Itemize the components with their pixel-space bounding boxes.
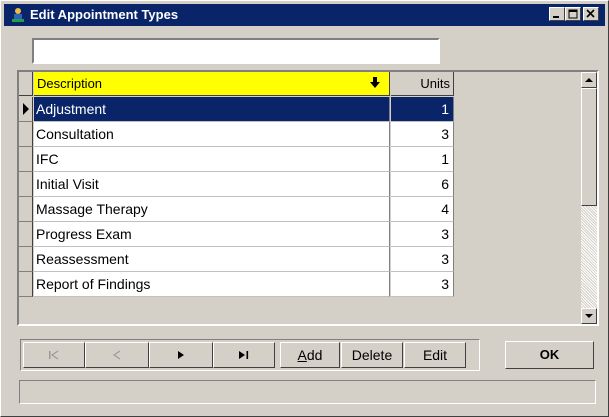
maximize-button[interactable] [565,7,581,21]
edit-button[interactable]: Edit [404,342,466,368]
scroll-up-button[interactable] [581,72,597,88]
title-bar[interactable]: Edit Appointment Types [4,4,605,26]
row-indicator [19,272,33,297]
maximize-icon [568,9,578,19]
cell-description[interactable]: IFC [34,147,390,172]
table-row[interactable]: Initial Visit 6 [19,172,454,197]
table-row[interactable]: Report of Findings 3 [19,272,454,297]
sort-descending-icon [370,77,380,88]
ok-button[interactable]: OK [505,341,594,369]
close-button[interactable] [583,7,599,21]
row-indicator [19,222,33,247]
first-record-button[interactable] [23,342,85,368]
close-icon [586,9,595,18]
next-record-button[interactable] [149,342,213,368]
vertical-scrollbar[interactable] [581,72,597,324]
column-header-description-label: Description [37,76,103,91]
row-indicator [19,147,33,172]
record-navigator: Add Delete Edit [20,339,480,371]
row-indicator [19,247,33,272]
minimize-button[interactable] [549,7,565,21]
first-record-icon [49,350,59,360]
prior-record-icon [112,350,121,360]
table-row[interactable]: Reassessment 3 [19,247,454,272]
cell-units[interactable]: 4 [391,197,454,222]
add-button-label: dd [306,347,323,363]
row-indicator [19,122,33,147]
cell-units[interactable]: 3 [391,122,454,147]
appointment-types-grid: Description Units Adjustment 1 Consultat… [17,70,599,326]
table-row[interactable]: Adjustment 1 [19,97,454,122]
cell-description[interactable]: Progress Exam [34,222,390,247]
ok-button-label: OK [539,347,560,362]
row-indicator [19,197,33,222]
scroll-down-button[interactable] [581,308,597,324]
cell-units[interactable]: 1 [391,97,454,122]
table-row[interactable]: Consultation 3 [19,122,454,147]
app-icon [12,8,24,22]
row-indicator [19,172,33,197]
scroll-down-icon [585,314,593,318]
cell-description[interactable]: Adjustment [34,97,390,122]
column-header-units-label: Units [420,76,450,91]
delete-button-label: Delete [351,347,393,363]
delete-button[interactable]: Delete [341,342,403,368]
scroll-up-icon [585,78,593,82]
window-title: Edit Appointment Types [30,7,179,22]
table-row[interactable]: Progress Exam 3 [19,222,454,247]
column-header-units[interactable]: Units [391,72,454,96]
edit-button-label: Edit [422,347,448,363]
table-row[interactable]: Massage Therapy 4 [19,197,454,222]
search-input[interactable] [32,38,440,64]
cell-description[interactable]: Initial Visit [34,172,390,197]
add-button-accel: A [297,347,307,363]
minimize-icon [553,16,559,18]
row-indicator-header [19,72,33,96]
cell-units[interactable]: 3 [391,222,454,247]
current-row-icon [23,103,29,115]
column-header-description[interactable]: Description [34,72,390,96]
scrollbar-thumb[interactable] [581,88,597,206]
cell-description[interactable]: Massage Therapy [34,197,390,222]
cell-units[interactable]: 3 [391,247,454,272]
prior-record-button[interactable] [85,342,149,368]
cell-description[interactable]: Report of Findings [34,272,390,297]
last-record-button[interactable] [213,342,275,368]
status-bar [19,380,596,404]
cell-units[interactable]: 6 [391,172,454,197]
cell-description[interactable]: Reassessment [34,247,390,272]
table-row[interactable]: IFC 1 [19,147,454,172]
edit-appointment-types-window: Edit Appointment Types Description Units [0,0,609,417]
next-record-icon [178,351,184,359]
grid-body: Description Units Adjustment 1 Consultat… [19,72,454,301]
grid-rows: Adjustment 1 Consultation 3 IFC 1 Initia… [19,97,454,297]
last-record-icon [239,351,249,359]
cell-units[interactable]: 1 [391,147,454,172]
cell-description[interactable]: Consultation [34,122,390,147]
cell-units[interactable]: 3 [391,272,454,297]
add-button[interactable]: Add [280,342,340,368]
row-indicator [19,97,33,122]
